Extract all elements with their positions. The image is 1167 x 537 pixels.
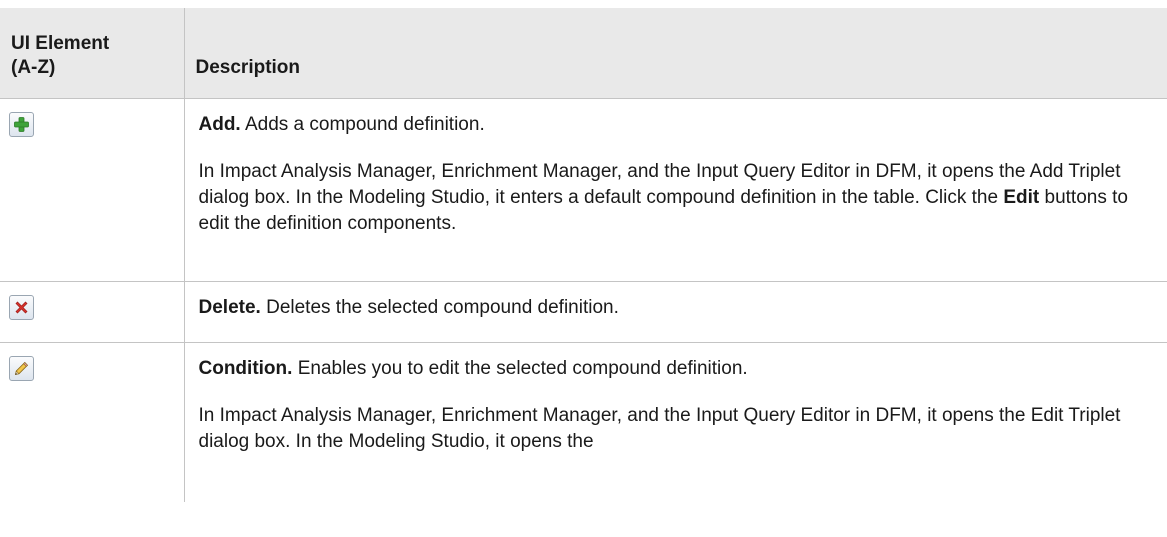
header-ui-element-line2: (A-Z): [11, 56, 56, 78]
add-summary: Add. Adds a compound definition.: [199, 112, 1154, 138]
description-cell: Delete. Deletes the selected compound de…: [184, 281, 1167, 343]
icon-cell: [0, 342, 185, 502]
add-detail: In Impact Analysis Manager, Enrichment M…: [199, 159, 1154, 237]
description-cell: Condition. Enables you to edit the selec…: [184, 342, 1167, 502]
table-row: Condition. Enables you to edit the selec…: [0, 342, 1167, 502]
column-header-description: Description: [184, 8, 1167, 99]
add-summary-text: Adds a compound definition.: [240, 113, 485, 135]
add-icon: [9, 111, 34, 137]
edit-detail: In Impact Analysis Manager, Enrichment M…: [198, 404, 1121, 452]
edit-summary: Condition. Enables you to edit the selec…: [199, 356, 1154, 382]
icon-cell: [0, 98, 185, 282]
header-ui-element-line1: UI Element: [11, 32, 110, 54]
delete-summary: Delete. Deletes the selected compound de…: [199, 295, 1154, 321]
add-detail-text: In Impact Analysis Manager, Enrichment M…: [198, 160, 1121, 208]
delete-title: Delete.: [198, 296, 261, 318]
delete-icon: [9, 294, 34, 320]
add-detail-bold: Edit: [1003, 186, 1040, 208]
table-row: Delete. Deletes the selected compound de…: [0, 281, 1167, 343]
ui-elements-table: UI Element (A-Z) Description Add. Adds a…: [0, 8, 1167, 502]
table-header-row: UI Element (A-Z) Description: [0, 8, 1167, 99]
description-cell: Add. Adds a compound definition. In Impa…: [184, 98, 1167, 282]
delete-summary-text: Deletes the selected compound definition…: [260, 296, 619, 318]
column-header-ui-element: UI Element (A-Z): [0, 8, 185, 99]
table-row: Add. Adds a compound definition. In Impa…: [0, 98, 1167, 282]
edit-pencil-icon: [9, 355, 34, 381]
icon-cell: [0, 281, 185, 343]
edit-summary-text: Enables you to edit the selected compoun…: [292, 357, 748, 379]
add-title: Add.: [198, 113, 241, 135]
edit-title: Condition.: [198, 357, 293, 379]
